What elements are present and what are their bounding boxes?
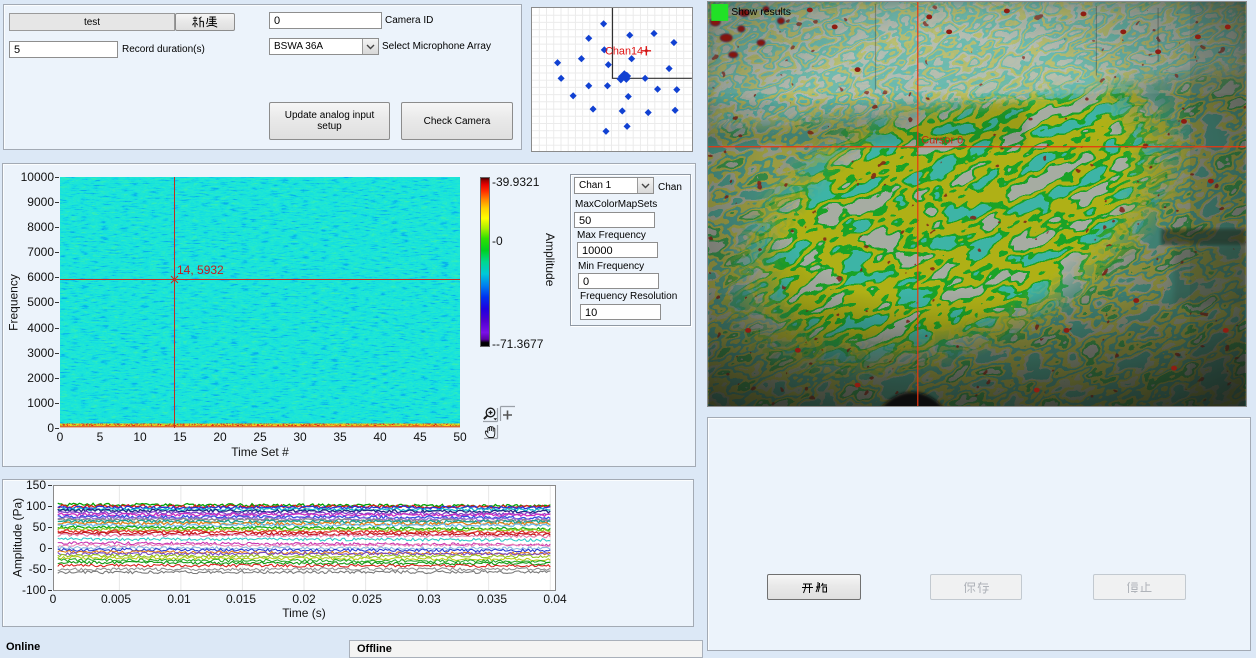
- svg-text:Chan14: Chan14: [605, 45, 643, 57]
- svg-text:Show results: Show results: [731, 7, 791, 18]
- svg-text:Cursor 0: Cursor 0: [921, 134, 963, 146]
- svg-text:14, 5932: 14, 5932: [177, 263, 224, 277]
